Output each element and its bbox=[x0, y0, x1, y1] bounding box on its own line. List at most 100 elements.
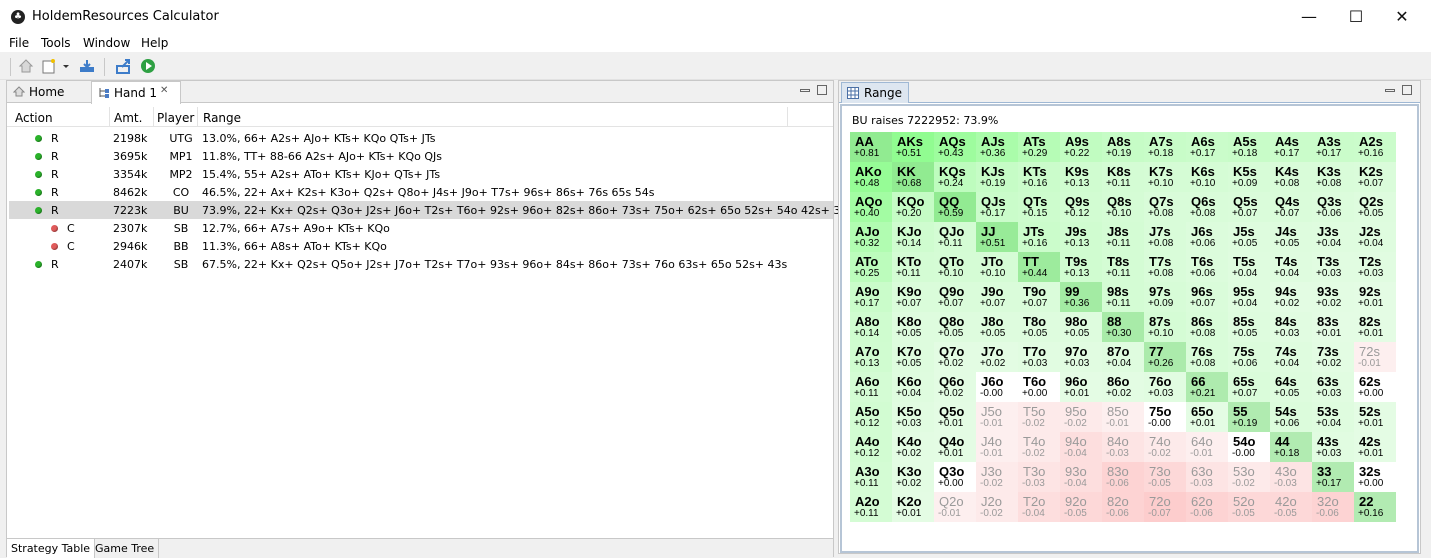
range-cell[interactable]: T2o -0.04 bbox=[1018, 492, 1060, 522]
range-cell[interactable]: A7s +0.18 bbox=[1144, 132, 1186, 162]
range-cell[interactable]: J9o +0.07 bbox=[976, 282, 1018, 312]
range-cell[interactable]: A5s +0.18 bbox=[1228, 132, 1270, 162]
range-cell[interactable]: 63o -0.03 bbox=[1186, 462, 1228, 492]
range-cell[interactable]: KQs +0.24 bbox=[934, 162, 976, 192]
range-cell[interactable]: 76s +0.08 bbox=[1186, 342, 1228, 372]
tab-close-icon[interactable]: ✕ bbox=[160, 85, 168, 96]
range-cell[interactable]: 97s +0.09 bbox=[1144, 282, 1186, 312]
range-cell[interactable]: K3s +0.08 bbox=[1312, 162, 1354, 192]
col-action-header[interactable]: Action bbox=[15, 111, 53, 125]
range-cell[interactable]: 75s +0.06 bbox=[1228, 342, 1270, 372]
range-cell[interactable]: Q9s +0.12 bbox=[1060, 192, 1102, 222]
range-cell[interactable]: A4o +0.12 bbox=[850, 432, 892, 462]
range-cell[interactable]: T5o -0.02 bbox=[1018, 402, 1060, 432]
range-cell[interactable]: 94s +0.02 bbox=[1270, 282, 1312, 312]
range-cell[interactable]: QTs +0.15 bbox=[1018, 192, 1060, 222]
range-cell[interactable]: 74o -0.02 bbox=[1144, 432, 1186, 462]
range-cell[interactable]: J3s +0.04 bbox=[1312, 222, 1354, 252]
range-cell[interactable]: T5s +0.04 bbox=[1228, 252, 1270, 282]
range-cell[interactable]: 65o +0.01 bbox=[1186, 402, 1228, 432]
range-cell[interactable]: 92o -0.05 bbox=[1060, 492, 1102, 522]
range-cell[interactable]: 85s +0.05 bbox=[1228, 312, 1270, 342]
menu-tools[interactable]: Tools bbox=[41, 36, 71, 50]
maximize-button[interactable]: ☐ bbox=[1333, 0, 1379, 34]
range-cell[interactable]: Q4s +0.07 bbox=[1270, 192, 1312, 222]
range-cell[interactable]: A3o +0.11 bbox=[850, 462, 892, 492]
range-cell[interactable]: ATs +0.29 bbox=[1018, 132, 1060, 162]
range-cell[interactable]: 22 +0.16 bbox=[1354, 492, 1396, 522]
range-cell[interactable]: 77 +0.26 bbox=[1144, 342, 1186, 372]
range-cell[interactable]: KJo +0.14 bbox=[892, 222, 934, 252]
range-cell[interactable]: 73s +0.02 bbox=[1312, 342, 1354, 372]
range-cell[interactable]: AKs +0.51 bbox=[892, 132, 934, 162]
range-cell[interactable]: 75o -0.00 bbox=[1144, 402, 1186, 432]
range-cell[interactable]: 84o -0.03 bbox=[1102, 432, 1144, 462]
range-cell[interactable]: J2o -0.02 bbox=[976, 492, 1018, 522]
range-cell[interactable]: 62s +0.00 bbox=[1354, 372, 1396, 402]
table-row[interactable]: R 8462k CO 46.5%, 22+ Ax+ K2s+ K3o+ Q2s+ Q8… bbox=[9, 183, 833, 201]
range-cell[interactable]: K7s +0.10 bbox=[1144, 162, 1186, 192]
new-hand-icon[interactable] bbox=[41, 58, 57, 74]
range-cell[interactable]: Q6s +0.08 bbox=[1186, 192, 1228, 222]
range-cell[interactable]: 55 +0.19 bbox=[1228, 402, 1270, 432]
range-cell[interactable]: T3o -0.03 bbox=[1018, 462, 1060, 492]
range-cell[interactable]: A6s +0.17 bbox=[1186, 132, 1228, 162]
range-cell[interactable]: Q4o +0.01 bbox=[934, 432, 976, 462]
range-cell[interactable]: 52o -0.05 bbox=[1228, 492, 1270, 522]
range-cell[interactable]: KTo +0.11 bbox=[892, 252, 934, 282]
range-cell[interactable]: A6o +0.11 bbox=[850, 372, 892, 402]
range-cell[interactable]: K7o +0.05 bbox=[892, 342, 934, 372]
range-cell[interactable]: 98s +0.11 bbox=[1102, 282, 1144, 312]
range-cell[interactable]: T4s +0.04 bbox=[1270, 252, 1312, 282]
range-cell[interactable]: 43o -0.03 bbox=[1270, 462, 1312, 492]
range-cell[interactable]: 82o -0.06 bbox=[1102, 492, 1144, 522]
range-cell[interactable]: KTs +0.16 bbox=[1018, 162, 1060, 192]
range-cell[interactable]: J7o +0.02 bbox=[976, 342, 1018, 372]
range-cell[interactable]: 33 +0.17 bbox=[1312, 462, 1354, 492]
table-row[interactable]: R 2407k SB 67.5%, 22+ Kx+ Q2s+ Q5o+ J2s+ J7… bbox=[9, 255, 833, 273]
dropdown-arrow-icon[interactable] bbox=[61, 58, 71, 74]
range-cell[interactable]: 86s +0.08 bbox=[1186, 312, 1228, 342]
range-cell[interactable]: 54s +0.06 bbox=[1270, 402, 1312, 432]
range-cell[interactable]: 42o -0.05 bbox=[1270, 492, 1312, 522]
range-cell[interactable]: 82s +0.01 bbox=[1354, 312, 1396, 342]
range-cell[interactable]: K4o +0.02 bbox=[892, 432, 934, 462]
range-cell[interactable]: JJ +0.51 bbox=[976, 222, 1018, 252]
range-cell[interactable]: A2o +0.11 bbox=[850, 492, 892, 522]
range-cell[interactable]: 94o -0.04 bbox=[1060, 432, 1102, 462]
range-cell[interactable]: Q8s +0.10 bbox=[1102, 192, 1144, 222]
range-cell[interactable]: QJs +0.17 bbox=[976, 192, 1018, 222]
maximize-view-icon[interactable] bbox=[817, 85, 827, 95]
range-cell[interactable]: T6o +0.00 bbox=[1018, 372, 1060, 402]
range-cell[interactable]: 76o +0.03 bbox=[1144, 372, 1186, 402]
table-row[interactable]: R 3695k MP1 11.8%, TT+ 88-66 A2s+ AJo+ KTs+… bbox=[9, 147, 833, 165]
range-cell[interactable]: Q2o -0.01 bbox=[934, 492, 976, 522]
range-cell[interactable]: AQs +0.43 bbox=[934, 132, 976, 162]
range-cell[interactable]: K4s +0.08 bbox=[1270, 162, 1312, 192]
range-cell[interactable]: 84s +0.03 bbox=[1270, 312, 1312, 342]
range-cell[interactable]: K5s +0.09 bbox=[1228, 162, 1270, 192]
maximize-view-icon[interactable] bbox=[1402, 85, 1412, 95]
range-cell[interactable]: ATo +0.25 bbox=[850, 252, 892, 282]
range-cell[interactable]: 64s +0.05 bbox=[1270, 372, 1312, 402]
range-cell[interactable]: 42s +0.01 bbox=[1354, 432, 1396, 462]
range-cell[interactable]: K5o +0.03 bbox=[892, 402, 934, 432]
range-cell[interactable]: K8s +0.11 bbox=[1102, 162, 1144, 192]
range-cell[interactable]: AQo +0.40 bbox=[850, 192, 892, 222]
range-cell[interactable]: J2s +0.04 bbox=[1354, 222, 1396, 252]
range-cell[interactable]: 44 +0.18 bbox=[1270, 432, 1312, 462]
range-cell[interactable]: 73o -0.05 bbox=[1144, 462, 1186, 492]
range-cell[interactable]: J7s +0.08 bbox=[1144, 222, 1186, 252]
range-cell[interactable]: J4s +0.05 bbox=[1270, 222, 1312, 252]
range-cell[interactable]: A8s +0.19 bbox=[1102, 132, 1144, 162]
range-cell[interactable]: 64o -0.01 bbox=[1186, 432, 1228, 462]
range-cell[interactable]: QQ +0.59 bbox=[934, 192, 976, 222]
import-icon[interactable] bbox=[79, 58, 95, 74]
minimize-view-icon[interactable] bbox=[1385, 89, 1395, 92]
range-cell[interactable]: Q3s +0.06 bbox=[1312, 192, 1354, 222]
range-cell[interactable]: 86o +0.02 bbox=[1102, 372, 1144, 402]
range-cell[interactable]: 96s +0.07 bbox=[1186, 282, 1228, 312]
range-cell[interactable]: T7s +0.08 bbox=[1144, 252, 1186, 282]
range-cell[interactable]: 93s +0.02 bbox=[1312, 282, 1354, 312]
tab-hand-1[interactable]: Hand 1 ✕ bbox=[91, 81, 181, 104]
